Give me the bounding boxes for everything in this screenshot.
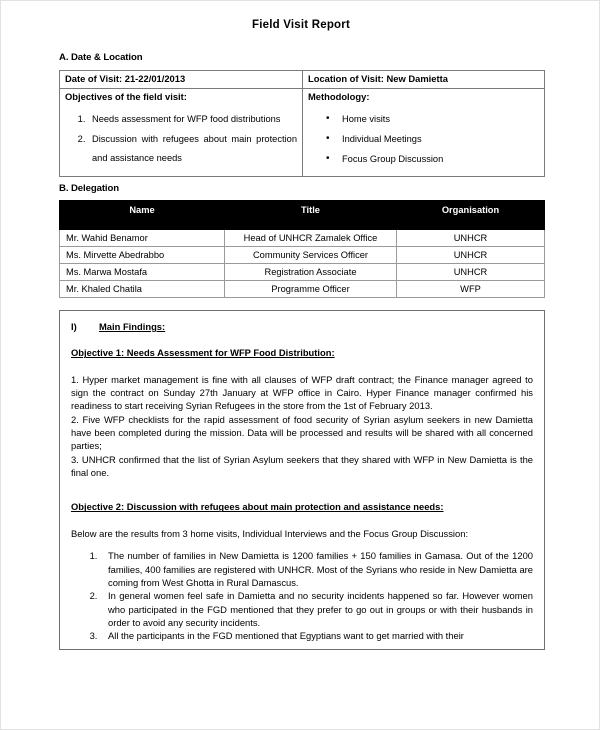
- cell-title: Head of UNHCR Zamalek Office: [224, 228, 397, 247]
- date-of-visit-cell: Date of Visit: 21-22/01/2013: [59, 70, 303, 89]
- table-row: Mr. Khaled Chatila Programme Officer WFP: [59, 279, 545, 299]
- spacer-cell: [59, 218, 225, 230]
- section-heading-date-location: A. Date & Location: [59, 52, 143, 63]
- objective1-paragraph-1: 1. Hyper market management is fine with …: [71, 373, 533, 412]
- objectives-cell: Objectives of the field visit: Needs ass…: [59, 87, 303, 177]
- list-item: The number of families in New Damietta i…: [100, 549, 533, 589]
- section-heading-delegation: B. Delegation: [59, 182, 120, 194]
- table-row: Objectives of the field visit: Needs ass…: [59, 87, 545, 177]
- table-header-spacer-row: [59, 218, 545, 230]
- list-item: All the participants in the FGD mentione…: [100, 629, 533, 642]
- document-body: Field Visit Report A. Date & Location Da…: [1, 1, 599, 729]
- objective2-heading: Objective 2: Discussion with refugees ab…: [71, 501, 444, 513]
- date-location-table: Date of Visit: 21-22/01/2013 Location of…: [59, 70, 545, 177]
- table-row: Ms. Marwa Mostafa Registration Associate…: [59, 262, 545, 281]
- cell-organisation: WFP: [396, 279, 545, 299]
- delegation-table: Name Title Organisation Mr. Wahid Benamo…: [59, 199, 545, 299]
- list-item: Focus Group Discussion: [326, 149, 539, 170]
- document-page: Field Visit Report A. Date & Location Da…: [0, 0, 600, 730]
- objective2-lead-text: Below are the results from 3 home visits…: [71, 527, 469, 539]
- list-item: Needs assessment for WFP food distributi…: [88, 110, 297, 129]
- methodology-label: Methodology:: [308, 90, 370, 102]
- column-header-name: Name: [59, 199, 225, 220]
- delegation-table-head: Name Title Organisation: [59, 199, 545, 230]
- list-item: In general women feel safe in Damietta a…: [100, 589, 533, 629]
- objective1-heading: Objective 1: Needs Assessment for WFP Fo…: [71, 347, 335, 359]
- cell-name: Mr. Khaled Chatila: [59, 279, 225, 299]
- findings-heading-label: Main Findings:: [99, 321, 166, 333]
- table-header-row: Name Title Organisation: [59, 199, 545, 220]
- main-findings-heading: I) Main Findings:: [71, 320, 533, 333]
- cell-organisation: UNHCR: [396, 228, 545, 247]
- objectives-list: Needs assessment for WFP food distributi…: [65, 110, 297, 168]
- spacer-cell: [396, 218, 545, 230]
- list-item: Discussion with refugees about main prot…: [88, 130, 297, 168]
- column-header-organisation: Organisation: [396, 199, 545, 220]
- page-title: Field Visit Report: [252, 19, 350, 31]
- location-of-visit-cell: Location of Visit: New Damietta: [302, 70, 545, 89]
- list-item: Home visits: [326, 108, 539, 129]
- cell-title: Community Services Officer: [224, 245, 397, 264]
- methodology-list: Home visits Individual Meetings Focus Gr…: [308, 108, 539, 170]
- findings-roman-numeral: I): [71, 321, 77, 333]
- objective2-list: The number of families in New Damietta i…: [71, 549, 533, 642]
- objective1-paragraph-2: 2. Five WFP checklists for the rapid ass…: [71, 413, 533, 452]
- cell-organisation: UNHCR: [396, 245, 545, 264]
- objectives-label: Objectives of the field visit:: [65, 90, 187, 102]
- main-findings-box: I) Main Findings: Objective 1: Needs Asse…: [59, 310, 545, 650]
- delegation-table-body: Mr. Wahid Benamor Head of UNHCR Zamalek …: [59, 228, 545, 299]
- table-row: Date of Visit: 21-22/01/2013 Location of…: [59, 70, 545, 89]
- table-row: Mr. Wahid Benamor Head of UNHCR Zamalek …: [59, 228, 545, 247]
- cell-name: Mr. Wahid Benamor: [59, 228, 225, 247]
- table-row: Ms. Mirvette Abedrabbo Community Service…: [59, 245, 545, 264]
- objective1-paragraph-3: 3. UNHCR confirmed that the list of Syri…: [71, 453, 533, 479]
- column-header-title: Title: [224, 199, 397, 220]
- cell-name: Ms. Marwa Mostafa: [59, 262, 225, 281]
- cell-name: Ms. Mirvette Abedrabbo: [59, 245, 225, 264]
- cell-title: Registration Associate: [224, 262, 397, 281]
- list-item: Individual Meetings: [326, 129, 539, 150]
- cell-title: Programme Officer: [224, 279, 397, 299]
- methodology-cell: Methodology: Home visits Individual Meet…: [302, 87, 545, 177]
- cell-organisation: UNHCR: [396, 262, 545, 281]
- spacer-cell: [224, 218, 397, 230]
